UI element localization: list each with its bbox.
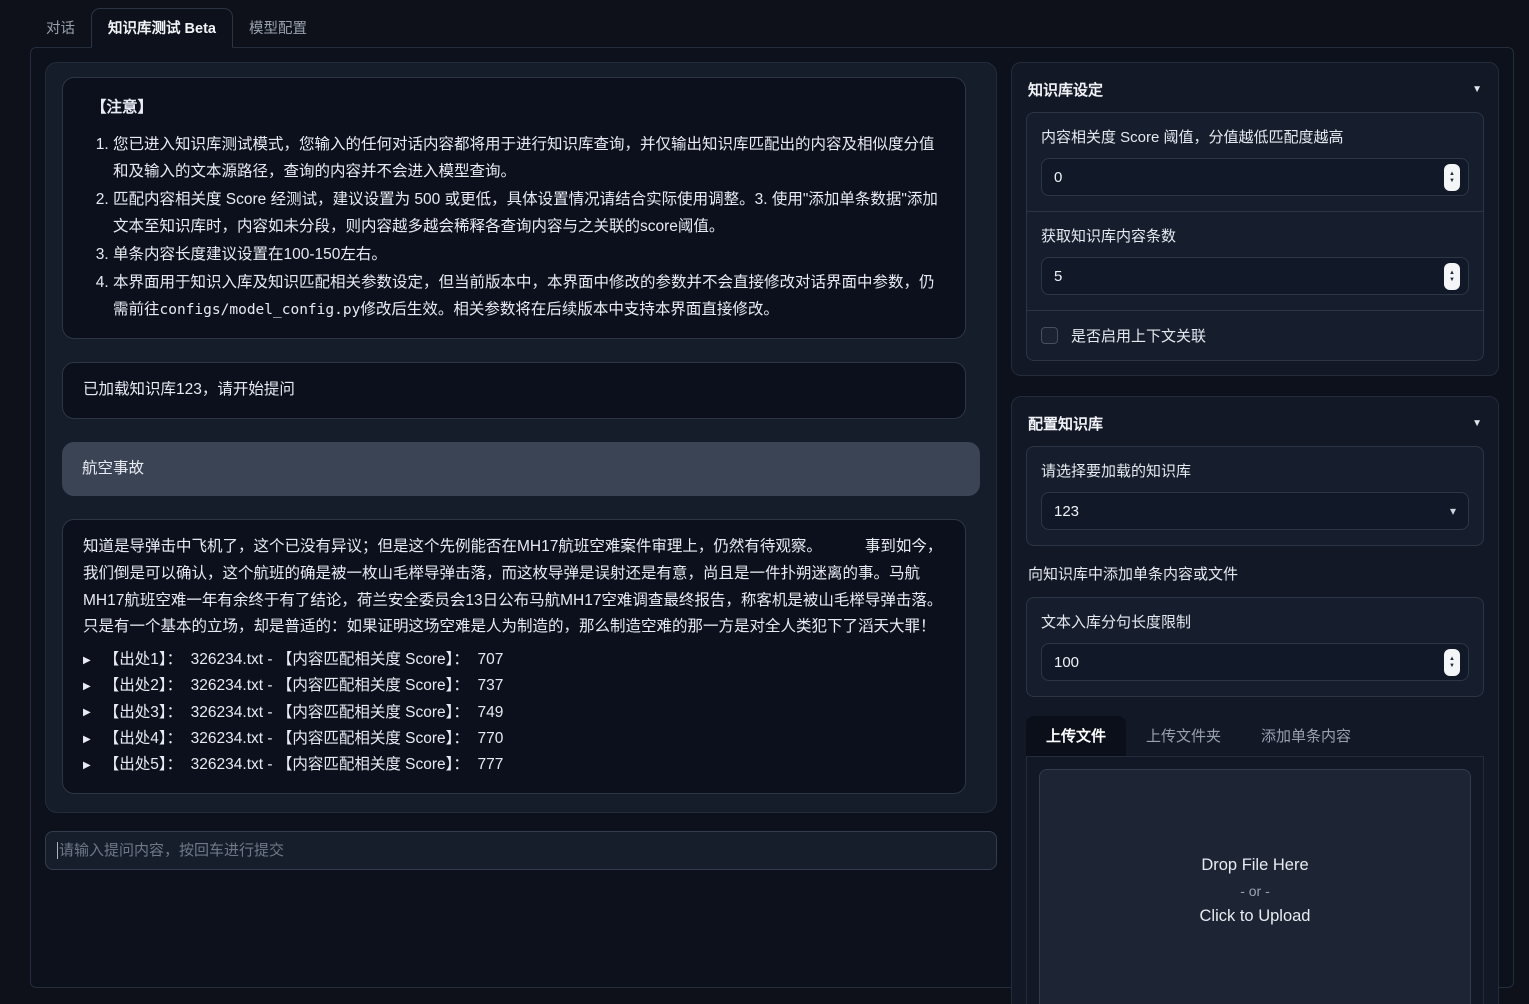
kb-config-accordion: 配置知识库 ▼ 请选择要加载的知识库 ▾ 向知识库中添加单条内容或文件 文本入库… (1011, 396, 1499, 1004)
kb-settings-accordion-header[interactable]: 知识库设定 ▼ (1026, 73, 1484, 112)
triangle-marker-icon: ▶ (83, 704, 91, 721)
main-tabbar: 对话 知识库测试 Beta 模型配置 (0, 0, 1529, 47)
context-checkbox-row[interactable]: 是否启用上下文关联 (1027, 310, 1483, 360)
tab-content-panel: 【注意】 您已进入知识库测试模式，您输入的任何对话内容都将用于进行知识库查询，并… (30, 47, 1514, 988)
topk-label: 获取知识库内容条数 (1041, 225, 1469, 246)
context-checkbox[interactable] (1041, 327, 1058, 344)
text-caret (57, 842, 58, 859)
upload-tab-panel: Drop File Here - or - Click to Upload 上传… (1026, 757, 1484, 1004)
notice-item: 您已进入知识库测试模式，您输入的任何对话内容都将用于进行知识库查询，并仅输出知识… (113, 131, 945, 186)
answer-text: 知道是导弹击中飞机了，这个已没有异议；但是这个先例能否在MH17航班空难案件审理… (83, 534, 945, 641)
topk-input[interactable] (1041, 257, 1469, 295)
kb-select-label: 请选择要加载的知识库 (1041, 460, 1469, 481)
sentence-length-row: 文本入库分句长度限制 ▲▼ (1027, 598, 1483, 696)
settings-column: 知识库设定 ▼ 内容相关度 Score 阈值，分值越低匹配度越高 ▲▼ 获取知识… (1011, 62, 1499, 973)
triangle-marker-icon: ▶ (83, 678, 91, 695)
chat-column: 【注意】 您已进入知识库测试模式，您输入的任何对话内容都将用于进行知识库查询，并… (45, 62, 997, 973)
source-details-2[interactable]: ▶【出处2】： 326234.txt - 【内容匹配相关度 Score】： 73… (83, 673, 945, 699)
kb-select-row: 请选择要加载的知识库 ▾ (1027, 447, 1483, 545)
score-threshold-row: 内容相关度 Score 阈值，分值越低匹配度越高 ▲▼ (1027, 113, 1483, 211)
notice-item: 匹配内容相关度 Score 经测试，建议设置为 500 或更低，具体设置情况请结… (113, 186, 945, 241)
question-input-wrapper (45, 831, 997, 870)
tab-upload-file[interactable]: 上传文件 (1026, 716, 1126, 756)
notice-item: 单条内容长度建议设置在100-150左右。 (113, 241, 945, 269)
kb-settings-accordion: 知识库设定 ▼ 内容相关度 Score 阈值，分值越低匹配度越高 ▲▼ 获取知识… (1011, 62, 1499, 376)
score-threshold-input[interactable] (1041, 158, 1469, 196)
dropzone-line1: Drop File Here (1201, 856, 1308, 875)
question-input[interactable] (59, 842, 985, 859)
tab-chat[interactable]: 对话 (30, 9, 91, 47)
bot-message-answer: 知道是导弹击中飞机了，这个已没有异议；但是这个先例能否在MH17航班空难案件审理… (62, 519, 966, 793)
dropzone-line2: - or - (1240, 883, 1270, 899)
source-details-1[interactable]: ▶【出处1】： 326234.txt - 【内容匹配相关度 Score】： 70… (83, 647, 945, 673)
sentence-length-form: 文本入库分句长度限制 ▲▼ (1026, 597, 1484, 697)
kb-select-form: 请选择要加载的知识库 ▾ (1026, 446, 1484, 546)
source-details-5[interactable]: ▶【出处5】： 326234.txt - 【内容匹配相关度 Score】： 77… (83, 752, 945, 778)
dropzone-line3: Click to Upload (1200, 907, 1311, 926)
chevron-down-icon: ▼ (1472, 418, 1482, 429)
triangle-marker-icon: ▶ (83, 757, 91, 774)
kb-settings-title: 知识库设定 (1028, 79, 1103, 100)
kb-settings-form: 内容相关度 Score 阈值，分值越低匹配度越高 ▲▼ 获取知识库内容条数 ▲▼ (1026, 112, 1484, 361)
user-message: 航空事故 (62, 442, 980, 497)
notice-title: 【注意】 (91, 95, 945, 122)
kb-config-title: 配置知识库 (1028, 413, 1103, 434)
config-path-code: configs/model_config.py (160, 302, 361, 318)
kb-config-accordion-header[interactable]: 配置知识库 ▼ (1026, 407, 1484, 446)
notice-list: 您已进入知识库测试模式，您输入的任何对话内容都将用于进行知识库查询，并仅输出知识… (83, 131, 945, 324)
chatbot-panel: 【注意】 您已进入知识库测试模式，您输入的任何对话内容都将用于进行知识库查询，并… (45, 62, 997, 813)
context-checkbox-label: 是否启用上下文关联 (1071, 325, 1206, 346)
tab-upload-folder[interactable]: 上传文件夹 (1126, 716, 1241, 756)
add-content-label: 向知识库中添加单条内容或文件 (1028, 563, 1482, 584)
kb-select-dropdown[interactable] (1041, 492, 1469, 530)
triangle-marker-icon: ▶ (83, 652, 91, 669)
tab-add-single-content[interactable]: 添加单条内容 (1241, 716, 1371, 756)
score-threshold-label: 内容相关度 Score 阈值，分值越低匹配度越高 (1041, 126, 1469, 147)
topk-row: 获取知识库内容条数 ▲▼ (1027, 211, 1483, 310)
number-spinner-icon[interactable]: ▲▼ (1444, 164, 1460, 191)
upload-tabbar: 上传文件 上传文件夹 添加单条内容 (1026, 716, 1484, 757)
sentence-length-label: 文本入库分句长度限制 (1041, 611, 1469, 632)
source-details-3[interactable]: ▶【出处3】： 326234.txt - 【内容匹配相关度 Score】： 74… (83, 700, 945, 726)
dropdown-caret-icon: ▾ (1450, 504, 1456, 518)
notice-message: 【注意】 您已进入知识库测试模式，您输入的任何对话内容都将用于进行知识库查询，并… (62, 77, 966, 339)
file-dropzone[interactable]: Drop File Here - or - Click to Upload (1039, 769, 1471, 1004)
sentence-length-input[interactable] (1041, 643, 1469, 681)
bot-message-loaded: 已加载知识库123，请开始提问 (62, 362, 966, 419)
number-spinner-icon[interactable]: ▲▼ (1444, 649, 1460, 676)
triangle-marker-icon: ▶ (83, 731, 91, 748)
notice-item: 本界面用于知识入库及知识匹配相关参数设定，但当前版本中，本界面中修改的参数并不会… (113, 269, 945, 324)
tab-model-config[interactable]: 模型配置 (233, 9, 323, 47)
chevron-down-icon: ▼ (1472, 84, 1482, 95)
tab-kb-test[interactable]: 知识库测试 Beta (91, 8, 233, 48)
number-spinner-icon[interactable]: ▲▼ (1444, 263, 1460, 290)
source-details-4[interactable]: ▶【出处4】： 326234.txt - 【内容匹配相关度 Score】： 77… (83, 726, 945, 752)
